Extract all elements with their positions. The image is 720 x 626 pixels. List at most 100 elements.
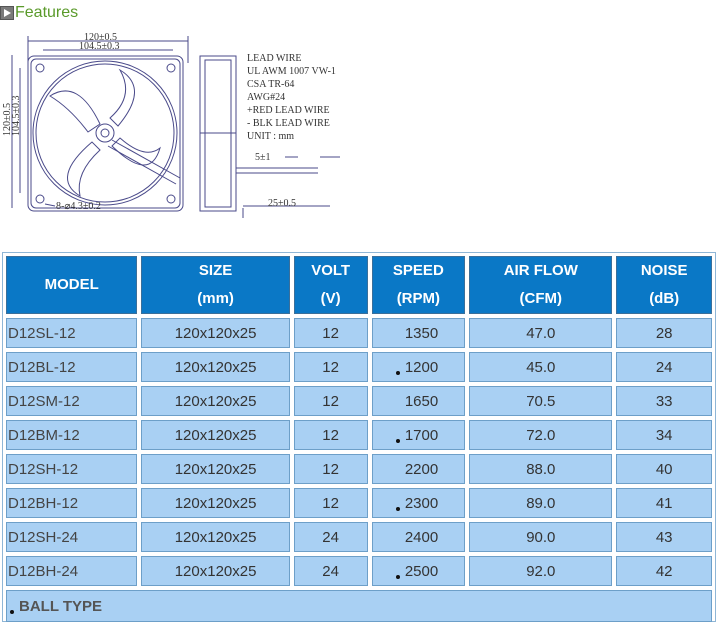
dim-holes: 8-⌀4.3±0.2 [56,201,101,212]
play-icon [0,6,14,20]
dim-lead: 5±1 [255,152,271,163]
noise-cell: 40 [616,454,712,484]
speed-cell: 2500 [371,556,466,586]
size-cell: 120x120x25 [141,556,290,586]
noise-cell-value: 40 [655,460,673,478]
note-line: - BLK LEAD WIRE [247,118,330,129]
speed-cell-value: 2200 [404,460,439,478]
dim-height-inner: 104.5±0.3 [11,96,22,137]
speed-cell: 2300 [371,488,466,518]
ball-bearing-dot [395,574,400,579]
table-row: D12BL-12 120x120x25 12 1200 45.0 24 [6,352,712,382]
size-cell-value: 120x120x25 [174,358,257,376]
volt-cell-value: 12 [322,426,339,444]
ball-type-label: BALL TYPE [19,597,103,615]
noise-cell-value: 33 [655,392,673,410]
volt-cell-value: 12 [322,460,339,478]
noise-cell-value: 24 [655,358,673,376]
section-title: Features [15,4,79,21]
header-airflow: AIR FLOW (CFM) [469,256,613,314]
size-cell-value: 120x120x25 [174,460,257,478]
table-row: D12SH-24 120x120x25 24 2400 90.0 43 [6,522,712,552]
speed-cell: 1650 [371,386,466,416]
volt-cell-value: 12 [322,324,339,342]
size-cell-value: 120x120x25 [174,324,257,342]
header-noise: NOISE (dB) [616,256,712,314]
size-cell: 120x120x25 [141,386,290,416]
volt-cell-value: 12 [322,392,339,410]
airflow-cell-value: 88.0 [526,460,556,478]
model-cell: D12SM-12 [6,386,138,416]
model-cell: D12SH-12 [6,454,138,484]
speed-cell: 2400 [371,522,466,552]
model-cell-value: D12SH-12 [8,460,79,478]
table-row: D12BH-24 120x120x25 24 2500 92.0 42 [6,556,712,586]
airflow-cell: 45.0 [469,352,613,382]
airflow-cell-value: 45.0 [526,358,556,376]
noise-cell: 33 [616,386,712,416]
size-cell: 120x120x25 [141,352,290,382]
speed-cell-value: 2300 [404,494,439,512]
table-row: D12BM-12 120x120x25 12 1700 72.0 34 [6,420,712,450]
airflow-cell: 88.0 [469,454,613,484]
size-cell-value: 120x120x25 [174,392,257,410]
model-cell-value: D12BL-12 [8,358,76,376]
note-line: CSA TR-64 [247,79,294,90]
header-speed: SPEED (RPM) [371,256,466,314]
ball-bearing-dot [395,438,400,443]
airflow-cell: 90.0 [469,522,613,552]
table-row: D12SM-12 120x120x25 12 1650 70.5 33 [6,386,712,416]
model-cell: D12SH-24 [6,522,138,552]
noise-cell: 34 [616,420,712,450]
volt-cell: 24 [293,556,368,586]
speed-cell-value: 1650 [404,392,439,410]
size-cell-value: 120x120x25 [174,426,257,444]
noise-cell: 24 [616,352,712,382]
note-line: UNIT : mm [247,131,294,142]
volt-cell-value: 12 [322,494,339,512]
noise-cell-value: 43 [655,528,673,546]
noise-cell: 41 [616,488,712,518]
header-size: SIZE (mm) [141,256,290,314]
noise-cell-value: 28 [655,324,673,342]
speed-cell-value: 1350 [404,324,439,342]
table-row: D12SL-12 120x120x25 12 1350 47.0 28 [6,318,712,348]
volt-cell: 12 [293,352,368,382]
speed-cell: 2200 [371,454,466,484]
airflow-cell-value: 90.0 [526,528,556,546]
volt-cell-value: 24 [322,528,339,546]
model-cell: D12BH-24 [6,556,138,586]
volt-cell: 12 [293,420,368,450]
volt-cell: 24 [293,522,368,552]
table-header-row: MODEL SIZE (mm) VOLT (V) SPEED (RPM) AIR FL… [6,256,712,314]
note-line: LEAD WIRE [247,53,302,64]
ball-bearing-dot [395,506,400,511]
size-cell-value: 120x120x25 [174,562,257,580]
model-cell: D12BL-12 [6,352,138,382]
airflow-cell: 92.0 [469,556,613,586]
airflow-cell: 72.0 [469,420,613,450]
model-cell: D12BH-12 [6,488,138,518]
fan-dimension-drawing: 120±0.5 104.5±0.3 120±0.5 104.5±0.3 8-⌀4… [2,32,340,218]
note-line: AWG#24 [247,92,285,103]
noise-cell-value: 42 [655,562,673,580]
size-cell: 120x120x25 [141,318,290,348]
dim-width-inner: 104.5±0.3 [79,41,120,52]
model-cell: D12BM-12 [6,420,138,450]
note-line: UL AWM 1007 VW-1 [247,66,336,77]
note-line: +RED LEAD WIRE [247,105,330,116]
table-footer-row: BALL TYPE [6,590,712,622]
volt-cell: 12 [293,386,368,416]
volt-cell-value: 24 [322,562,339,580]
speed-cell-value: 1200 [404,358,439,376]
size-cell: 120x120x25 [141,454,290,484]
noise-cell: 42 [616,556,712,586]
volt-cell: 12 [293,454,368,484]
airflow-cell-value: 92.0 [526,562,556,580]
noise-cell-value: 41 [655,494,673,512]
spec-table: MODEL SIZE (mm) VOLT (V) SPEED (RPM) AIR FL… [2,252,716,626]
model-cell-value: D12SH-24 [8,528,79,546]
speed-cell: 1700 [371,420,466,450]
size-cell: 120x120x25 [141,420,290,450]
airflow-cell: 89.0 [469,488,613,518]
